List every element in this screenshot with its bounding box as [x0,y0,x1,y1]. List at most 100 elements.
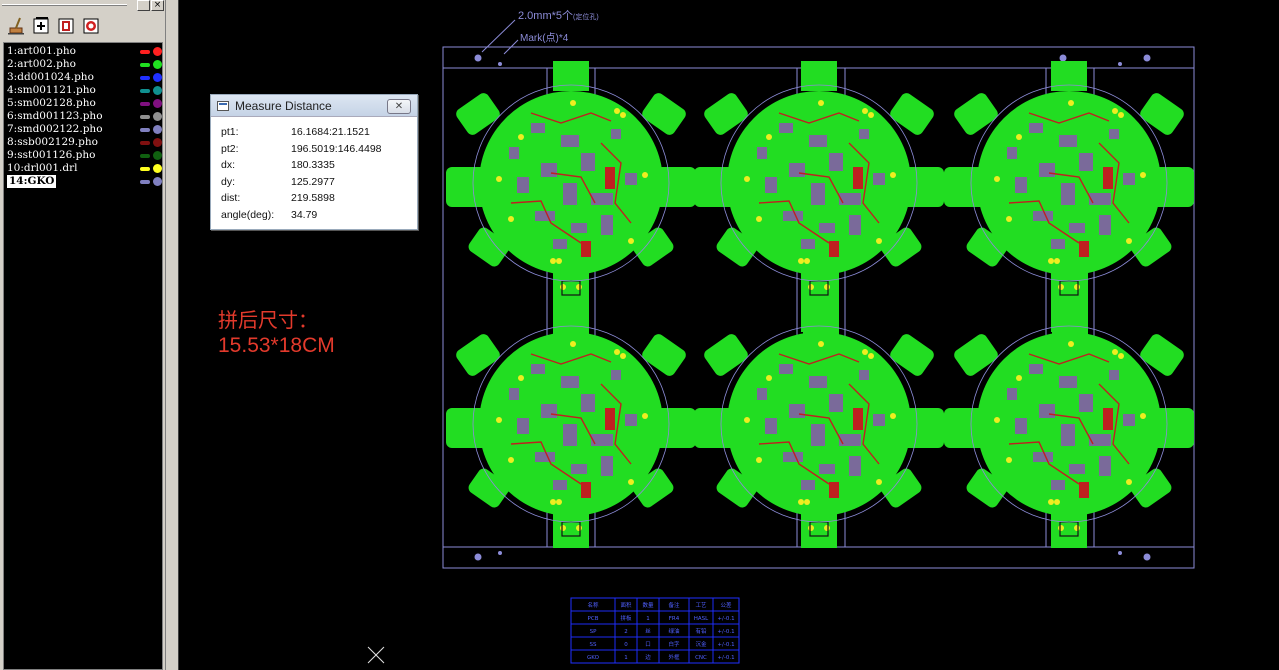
layer-label: 14:GKO [7,175,57,188]
table-cell: SP [590,629,597,635]
measure-distance-dialog[interactable]: Measure Distance ✕ pt1: 16.1684:21.1521 pt… [210,94,418,230]
table-cell: CNC [695,655,707,661]
table-cell: 1 [624,655,628,661]
layer-visibility-dot[interactable] [153,164,162,173]
add-layer-icon[interactable] [31,16,51,36]
panel-grip[interactable] [2,4,127,6]
table-cell: 绿油 [668,627,680,635]
layer-color-swatch[interactable] [140,115,150,119]
measure-key: dy: [221,175,236,188]
layer-panel: × 1:art001.pho 2:art002.pho 3:dd001024.pho… [0,0,179,670]
measure-key: dist: [221,192,241,204]
mark-note: Mark(点)*4 [520,32,569,44]
measure-row: dy: 125.2977 [221,176,411,192]
pcb-board [943,301,1195,549]
measure-value: 196.5019:146.4498 [291,142,382,155]
panel-size-value: 15.53*18CM [218,334,335,357]
table-cell: +/-0.1 [717,629,734,635]
layer-item[interactable]: 2:art002.pho [6,58,162,71]
pcb-board [943,60,1195,308]
layer-item[interactable]: 4:sm001121.pho [6,84,162,97]
layer-label: 2:art002.pho [7,58,76,70]
panel-close-button[interactable]: × [151,0,164,11]
layer-visibility-dot[interactable] [153,112,162,121]
layer-delete-icon[interactable] [81,16,101,36]
panel-restore-button[interactable] [137,0,150,11]
cursor-cross [367,646,385,664]
layer-item[interactable]: 3:dd001024.pho [6,71,162,84]
layer-color-swatch[interactable] [140,167,150,171]
layer-item[interactable]: 6:smd001123.pho [6,110,162,123]
layer-item[interactable]: 8:ssb002129.pho [6,136,162,149]
layer-visibility-dot[interactable] [153,125,162,134]
measure-value: 219.5898 [291,192,335,204]
layer-label: 4:sm001121.pho [7,84,96,96]
layer-color-swatch[interactable] [140,63,150,67]
layer-label: 7:smd002122.pho [7,123,103,135]
table-cell: 1 [646,616,650,622]
measure-key: pt1: [221,126,239,138]
layer-color-swatch[interactable] [140,50,150,54]
measure-row: dist: 219.5898 [221,192,411,208]
table-cell: +/-0.1 [717,616,734,622]
layer-visibility-dot[interactable] [153,47,162,56]
layer-item[interactable]: 1:art001.pho [6,45,162,58]
layer-visibility-dot[interactable] [153,151,162,160]
panel-size-label: 拼后尺寸： [218,308,318,332]
layer-item[interactable]: 10:drl001.drl [6,162,162,175]
pcb-board [445,301,697,549]
table-cell: SS [590,642,597,648]
measure-row: pt2: 196.5019:146.4498 [221,143,411,159]
layer-label: 3:dd001024.pho [7,71,94,83]
table-cell: PCB [588,616,599,622]
table-header-cell: 面积 [620,602,632,609]
dialog-titlebar[interactable]: Measure Distance ✕ [211,95,417,117]
table-cell: FR4 [669,616,680,622]
layer-color-swatch[interactable] [140,89,150,93]
pcb-board [693,301,945,549]
layer-color-swatch[interactable] [140,76,150,80]
table-cell: 2 [624,629,628,635]
layer-visibility-dot[interactable] [153,138,162,147]
layer-list: 1:art001.pho 2:art002.pho 3:dd001024.pho 4:… [3,42,163,670]
pcb-board [445,60,697,308]
layer-color-swatch[interactable] [140,180,150,184]
measure-value: 125.2977 [291,175,335,188]
layer-item[interactable]: 14:GKO [6,175,162,188]
layer-color-swatch[interactable] [140,102,150,106]
table-header-cell: 工艺 [695,602,707,609]
layer-item[interactable]: 5:sm002128.pho [6,97,162,110]
table-cell: 0 [624,642,628,648]
layer-toolbar [0,14,165,40]
broom-icon[interactable] [6,16,26,36]
layer-visibility-dot[interactable] [153,73,162,82]
table-cell: +/-0.1 [717,655,734,661]
layer-visibility-dot[interactable] [153,86,162,95]
table-cell: 拼板 [620,614,632,622]
spec-table: 名称 面积 数量 备注 工艺 公差 PCB 拼板 1 FR4 HASL +/-0.1 SP 2 丝 绿油 有铅 +… [570,597,740,664]
layer-color-swatch[interactable] [140,154,150,158]
layer-color-swatch[interactable] [140,128,150,132]
measure-window-icon [217,101,229,111]
layer-label: 5:sm002128.pho [7,97,96,109]
layer-visibility-dot[interactable] [153,60,162,69]
table-cell: 有铅 [695,627,707,635]
table-header-cell: 名称 [587,601,599,609]
layer-visibility-dot[interactable] [153,99,162,108]
layer-label: 8:ssb002129.pho [7,136,98,148]
panel-titlebar: × [0,0,165,12]
table-cell: +/-0.1 [717,642,734,648]
table-cell: 白字 [668,640,680,648]
layer-item[interactable]: 7:smd002122.pho [6,123,162,136]
layer-item[interactable]: 9:sst001126.pho [6,149,162,162]
pcb-board [693,60,945,308]
table-cell: GKO [587,655,600,661]
layer-label: 1:art001.pho [7,45,76,57]
layer-copy-icon[interactable] [56,16,76,36]
table-cell: 边 [645,653,651,661]
layer-visibility-dot[interactable] [153,177,162,186]
table-cell: 口 [645,641,651,648]
dialog-close-button[interactable]: ✕ [387,99,411,114]
layer-color-swatch[interactable] [140,141,150,145]
dialog-title: Measure Distance [235,99,332,113]
